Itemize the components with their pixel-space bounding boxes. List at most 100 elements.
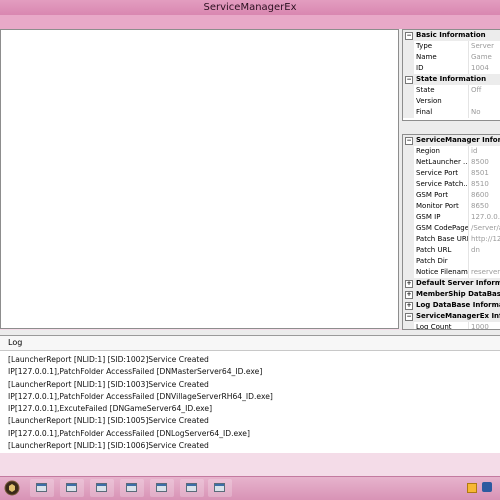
server-list-panel[interactable] (0, 29, 399, 329)
category-label: ServiceManagerEx Information (416, 312, 500, 320)
property-row[interactable]: Service Port 8501 (403, 168, 500, 179)
log-line: [LauncherReport [NLID:1] [SID:1006]Servi… (8, 441, 209, 451)
app-icon[interactable] (482, 482, 492, 492)
property-row[interactable]: Patch Base URLhttp://127 (403, 234, 500, 245)
taskbar-window-button[interactable] (30, 479, 54, 497)
grid-gap (402, 121, 500, 134)
log-line: IP[127.0.0.1],PatchFolder AccessFailed [… (8, 367, 263, 377)
property-row[interactable]: ID 1004 (403, 63, 500, 74)
property-name: GSM Port (414, 190, 469, 201)
property-row[interactable]: Patch Dir (403, 256, 500, 267)
taskbar-window-button[interactable] (120, 479, 144, 497)
property-row[interactable]: GSM Port 8600 (403, 190, 500, 201)
property-name: Monitor Port (414, 201, 469, 212)
collapse-icon[interactable]: − (405, 312, 413, 321)
property-name: Region (414, 146, 469, 157)
property-value: 1004 (471, 64, 489, 72)
property-row[interactable]: State Off (403, 85, 500, 96)
log-header-label: Log (8, 338, 23, 347)
property-row[interactable]: Monitor Port 8650 (403, 201, 500, 212)
property-name: Log Count (414, 322, 469, 329)
category-label: ServiceManager Information (416, 136, 500, 144)
property-row[interactable]: GSM IP127.0.0.1 (403, 212, 500, 223)
collapse-icon[interactable]: − (405, 75, 413, 84)
window-title: ServiceManagerEx (203, 2, 297, 13)
category-log-db[interactable]: + Log DataBase Information (403, 300, 500, 311)
taskbar-window-button[interactable] (180, 479, 204, 497)
property-row[interactable]: NetLauncher ... 8500 (403, 157, 500, 168)
property-row[interactable]: Service Patch... 8510 (403, 179, 500, 190)
property-name: State (414, 85, 469, 96)
property-grid-basic[interactable]: − Basic Information Type Server Name Game … (402, 29, 500, 121)
property-name: GSM IP (414, 212, 469, 223)
category-servicemanagerex-info[interactable]: − ServiceManagerEx Information (403, 311, 500, 322)
collapse-icon[interactable]: − (405, 136, 413, 145)
category-default-server[interactable]: + Default Server Information (403, 278, 500, 289)
expand-icon[interactable]: + (405, 290, 413, 299)
property-name: GSM CodePage (416, 223, 469, 234)
property-value: 1000 (471, 323, 489, 330)
toolbar-strip (0, 15, 500, 29)
log-line: IP[127.0.0.1],PatchFolder AccessFailed [… (8, 428, 250, 438)
property-row[interactable]: Name Game (403, 52, 500, 63)
property-value: 8500 (471, 158, 489, 166)
property-name: Version (414, 96, 469, 107)
network-icon[interactable] (467, 483, 477, 493)
collapse-icon[interactable]: − (405, 31, 413, 40)
category-label: Basic Information (416, 31, 486, 39)
property-value: 8510 (471, 180, 489, 188)
property-value: id (471, 147, 478, 155)
category-state-info[interactable]: − State Information (403, 74, 500, 85)
property-value: http://127 (471, 235, 500, 243)
window-icon (96, 483, 107, 492)
property-value: reservenc (471, 268, 500, 276)
taskbar-window-button[interactable] (60, 479, 84, 497)
property-row[interactable]: Notice Filenamereservenc (403, 267, 500, 278)
log-line: [LauncherReport [NLID:1] [SID:1005]Servi… (8, 416, 209, 426)
expand-icon[interactable]: + (405, 279, 413, 288)
category-basic-info[interactable]: − Basic Information (403, 30, 500, 41)
property-name: Type (414, 41, 469, 52)
property-name: Final (414, 107, 469, 118)
property-name: ID (414, 63, 469, 74)
category-label: State Information (416, 75, 487, 83)
title-bar[interactable]: ServiceManagerEx (0, 0, 500, 15)
expand-icon[interactable]: + (405, 301, 413, 310)
property-row[interactable]: Final No (403, 107, 500, 118)
log-line: [LauncherReport [NLID:1] [SID:1002]Servi… (8, 355, 209, 364)
taskbar-window-button[interactable] (90, 479, 114, 497)
property-grid-servicemanager[interactable]: − ServiceManager Information Regionid Ne… (402, 134, 500, 330)
property-row[interactable]: Log Count 1000 (403, 322, 500, 330)
taskbar-window-button[interactable] (208, 479, 232, 497)
property-value: Server (471, 42, 494, 50)
window-icon (126, 483, 137, 492)
property-row[interactable]: Version (403, 96, 500, 107)
category-servicemanager-info[interactable]: − ServiceManager Information (403, 135, 500, 146)
log-list[interactable]: [LauncherReport [NLID:1] [SID:1002]Servi… (0, 351, 500, 452)
log-header[interactable]: Log (0, 336, 500, 351)
category-label: Log DataBase Information (416, 301, 500, 309)
property-name: NetLauncher ... (416, 157, 469, 168)
window-icon (66, 483, 77, 492)
property-row[interactable]: Region id (403, 146, 500, 157)
log-panel[interactable]: Log [LauncherReport [NLID:1] [SID:1002]S… (0, 335, 500, 453)
property-name: Patch Dir (414, 256, 469, 267)
property-name: Name (414, 52, 469, 63)
property-value (469, 96, 500, 107)
property-row[interactable]: Patch URL dn (403, 245, 500, 256)
property-row[interactable]: Type Server (403, 41, 500, 52)
window-bottom-area (0, 453, 500, 476)
window-icon (186, 483, 197, 492)
property-value: Game (471, 53, 492, 61)
taskbar (0, 476, 500, 500)
property-name: Notice Filename (416, 267, 469, 278)
taskbar-window-button[interactable] (150, 479, 174, 497)
category-membership-db[interactable]: + MemberShip DataBase Information (403, 289, 500, 300)
window-icon (36, 483, 47, 492)
log-line: IP[127.0.0.1],PatchFolder AccessFailed [… (8, 391, 273, 401)
window-icon (156, 483, 167, 492)
property-value: 8501 (471, 169, 489, 177)
property-row[interactable]: GSM CodePage/Server/a (403, 223, 500, 234)
start-orb-icon[interactable] (4, 480, 20, 496)
property-value: 8600 (471, 191, 489, 199)
